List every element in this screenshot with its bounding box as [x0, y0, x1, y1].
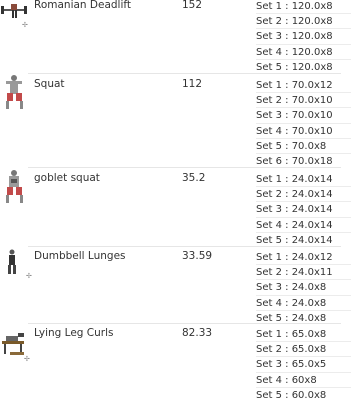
- exercise-weight: 35.2: [182, 172, 206, 184]
- exercise-weight: 82.33: [182, 327, 213, 339]
- goblet-squat-figure-icon: [0, 168, 32, 204]
- set-entry: Set 5 : 60.0x8: [256, 389, 327, 401]
- exercise-weight: 152: [182, 0, 203, 11]
- set-entry: Set 4 : 60x8: [256, 373, 351, 388]
- set-entry: Set 3 : 24.0x8: [256, 280, 351, 296]
- leg-curl-machine-icon: ✢: [0, 327, 32, 363]
- lunge-figure-icon: ✢: [0, 248, 32, 284]
- exercise-name: Romanian Deadlift: [34, 0, 132, 11]
- set-entry: Set 1 : 65.0x8: [256, 327, 351, 343]
- set-entry: Set 1 : 24.0x12: [256, 250, 351, 266]
- set-entry: Set 4 : 24.0x14: [256, 218, 351, 233]
- set-list: Set 1 : 120.0x8 Set 2 : 120.0x8 Set 3 : …: [256, 0, 351, 75]
- set-entry: Set 4 : 24.0x8: [256, 296, 351, 311]
- set-entry: Set 2 : 65.0x8: [256, 342, 351, 358]
- set-entry: Set 3 : 24.0x14: [256, 202, 351, 218]
- set-list: Set 1 : 24.0x12 Set 2 : 24.0x11 Set 3 : …: [256, 250, 351, 326]
- set-entry: Set 4 : 70.0x10: [256, 124, 351, 139]
- set-entry: Set 5 : 70.0x8: [256, 139, 351, 154]
- exercise-name: Dumbbell Lunges: [34, 250, 126, 262]
- row-divider: [28, 167, 341, 168]
- row-divider: [28, 73, 341, 74]
- exercise-weight: 112: [182, 78, 203, 90]
- set-entry: Set 2 : 24.0x11: [256, 265, 351, 281]
- set-entry: Set 1 : 24.0x14: [256, 172, 351, 188]
- set-list: Set 1 : 70.0x12 Set 2 : 70.0x10 Set 3 : …: [256, 78, 351, 169]
- exercise-name: goblet squat: [34, 172, 100, 184]
- row-divider: [28, 246, 341, 247]
- set-entry: Set 2 : 70.0x10: [256, 93, 351, 109]
- row-divider: [28, 323, 341, 324]
- set-list: Set 1 : 65.0x8 Set 2 : 65.0x8 Set 3 : 65…: [256, 327, 351, 403]
- set-list: Set 1 : 24.0x14 Set 2 : 24.0x14 Set 3 : …: [256, 172, 351, 248]
- set-entry: Set 2 : 120.0x8: [256, 14, 351, 30]
- set-entry: Set 3 : 70.0x10: [256, 108, 351, 124]
- deadlift-figure-icon: ✢: [0, 1, 32, 37]
- set-entry: Set 4 : 120.0x8: [256, 45, 351, 60]
- set-entry: Set 3 : 65.0x5: [256, 357, 351, 373]
- set-entry: Set 3 : 120.0x8: [256, 29, 351, 45]
- exercise-name: Lying Leg Curls: [34, 327, 114, 339]
- exercise-name: Squat: [34, 78, 65, 90]
- squat-figure-icon: [0, 73, 32, 109]
- exercise-weight: 33.59: [182, 250, 213, 262]
- set-entry: Set 1 : 120.0x8: [256, 0, 351, 15]
- set-entry: Set 2 : 24.0x14: [256, 187, 351, 203]
- set-entry: Set 1 : 70.0x12: [256, 78, 351, 94]
